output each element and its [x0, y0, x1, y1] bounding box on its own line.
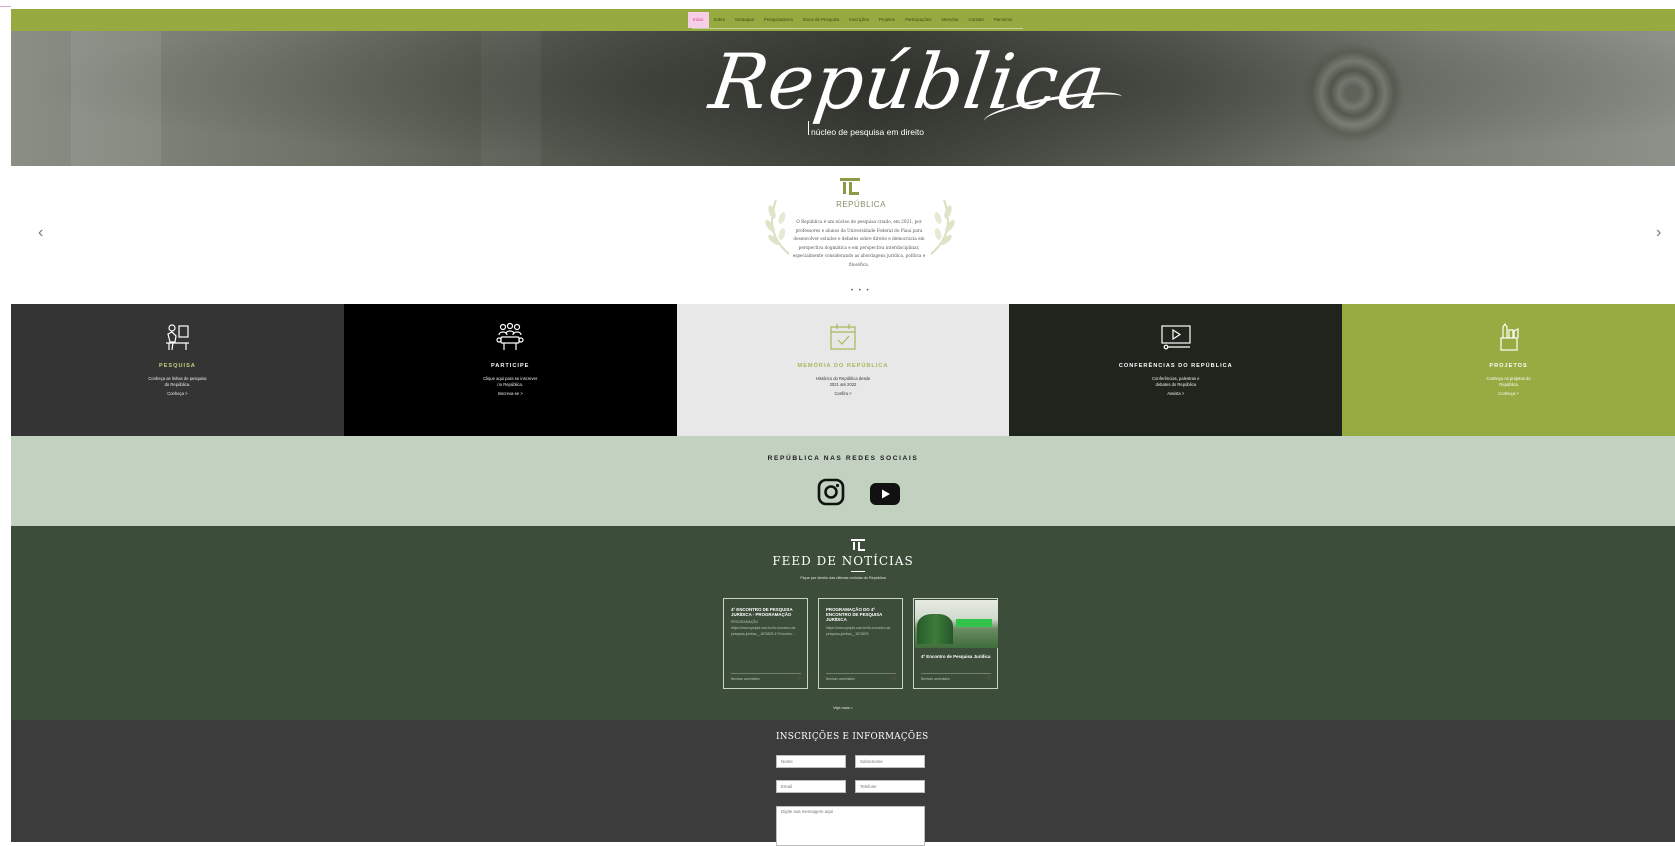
card-text: Conferências, palestras e debates do Rep… [1152, 375, 1200, 388]
nav-underline [692, 28, 1023, 29]
card-conferencias[interactable]: CONFERÊNCIAS DO REPÚBLICA Conferências, … [1009, 304, 1343, 436]
card-participe[interactable]: PARTICIPE Clique aqui para se inscrever … [343, 304, 677, 436]
nav-item-projetos[interactable]: Projetos [874, 12, 900, 28]
card-link[interactable]: Inscreva-se > [344, 391, 677, 396]
thumbnail-banner [956, 619, 992, 627]
hero-subtitle: núcleo de pesquisa em direito [811, 127, 924, 137]
card-link[interactable]: Conheça > [11, 391, 344, 396]
calendar-check-icon [830, 324, 856, 350]
card-title: PARTICIPE [490, 363, 530, 369]
nav-item-inicio[interactable]: Início [688, 12, 709, 28]
slider-prev-button[interactable]: ‹ [38, 224, 43, 242]
first-name-field[interactable] [776, 755, 846, 768]
card-pesquisa[interactable]: PESQUISA Conheça as linhas de pesquisa d… [11, 304, 344, 436]
slider-dots[interactable]: • • • [851, 288, 871, 294]
social-title: REPÚBLICA NAS REDES SOCIAIS [767, 455, 919, 462]
about-description: O República é um núcleo de pesquisa cria… [792, 219, 926, 267]
logo-wordmark: REPÚBLICA [836, 200, 886, 209]
heart-icon[interactable]: ♡ [987, 676, 991, 682]
nav-item-sobre[interactable]: Sobre [709, 12, 731, 28]
desk-user-icon [166, 324, 190, 351]
post-comments: Nenhum comentário [731, 677, 760, 681]
post-divider [921, 673, 991, 674]
post-divider [826, 673, 896, 674]
nav-item-destaque[interactable]: Destaque [730, 12, 759, 28]
heart-icon[interactable]: ♡ [892, 676, 896, 682]
slider-next-button[interactable]: › [1656, 224, 1661, 242]
main-nav: Início Sobre Destaque Pesquisadores Eixo… [11, 9, 1675, 31]
feed-tagline: Fique por dentro das últimas notícias do… [800, 576, 886, 580]
nav-list: Início Sobre Destaque Pesquisadores Eixo… [688, 12, 1017, 28]
post-title[interactable]: 4º Encontro de Pesquisa Jurídica [921, 654, 991, 659]
post-list: 4º ENCONTRO DE PESQUISA JURÍDICA - PROGR… [723, 598, 998, 689]
post-thumbnail[interactable] [915, 600, 998, 648]
hero-banner: República núcleo de pesquisa em direito [11, 31, 1675, 166]
youtube-icon[interactable] [870, 483, 900, 505]
card-text: Conheça os projetos do República [1486, 375, 1531, 388]
nav-item-participacoes[interactable]: Participações [900, 12, 936, 28]
page: Início Sobre Destaque Pesquisadores Eixo… [11, 0, 1675, 846]
card-title: CONFERÊNCIAS DO REPÚBLICA [1118, 363, 1233, 369]
news-feed: FEED DE NOTÍCIAS Fique por dentro das úl… [11, 526, 1675, 720]
video-player-icon [1161, 325, 1191, 350]
email-field[interactable] [776, 780, 846, 793]
nav-item-eixos[interactable]: Eixos de Pesquisa [798, 12, 844, 28]
post-title[interactable]: 4º ENCONTRO DE PESQUISA JURÍDICA - PROGR… [731, 607, 801, 617]
card-text: Histórico do República desde 2021 até 20… [815, 375, 871, 388]
thumbnail-trees [917, 614, 953, 644]
card-text: Conheça as linhas de pesquisa do Repúbli… [148, 375, 207, 388]
nav-item-contato[interactable]: Contato [964, 12, 989, 28]
pillar-logo-icon [851, 539, 865, 551]
feed-title: FEED DE NOTÍCIAS [772, 554, 914, 568]
meeting-group-icon [496, 322, 524, 350]
see-more-link[interactable]: Veja mais > [11, 706, 1675, 710]
hero-subtitle-bar [808, 121, 809, 135]
post-title[interactable]: PROGRAMAÇÃO DO 4º ENCONTRO DE PESQUISA J… [826, 607, 896, 623]
pencil-cup-icon [1499, 322, 1519, 351]
phone-field[interactable] [855, 780, 925, 793]
post-card[interactable]: 4º ENCONTRO DE PESQUISA JURÍDICA - PROGR… [723, 598, 808, 689]
contact-title: INSCRIÇÕES E INFORMAÇÕES [776, 732, 929, 742]
post-excerpt: PROGRAMAÇÃO https://www.sympla.com.br/4o… [731, 620, 797, 636]
post-comments: Nenhum comentário [826, 677, 855, 681]
message-field[interactable] [776, 806, 925, 846]
card-memoria[interactable]: MEMÓRIA DO REPÚBLICA Histórico do Repúbl… [676, 304, 1010, 436]
post-excerpt: https://www.sympla.com.br/4o-encontro-de… [826, 626, 892, 636]
heart-icon[interactable]: ♡ [797, 676, 801, 682]
card-link[interactable]: Confira > [677, 391, 1010, 396]
card-text: Clique aqui para se inscrever no Repúbli… [483, 375, 538, 388]
instagram-icon[interactable] [817, 478, 845, 506]
nav-item-memoria[interactable]: Memória [936, 12, 963, 28]
nav-item-pesquisadores[interactable]: Pesquisadores [759, 12, 798, 28]
post-card[interactable]: PROGRAMAÇÃO DO 4º ENCONTRO DE PESQUISA J… [818, 598, 903, 689]
card-title: MEMÓRIA DO REPÚBLICA [797, 363, 889, 369]
feature-cards: PESQUISA Conheça as linhas de pesquisa d… [11, 304, 1675, 436]
post-comments: Nenhum comentário [921, 677, 950, 681]
feed-title-rule [851, 571, 865, 572]
pillar-logo-icon [840, 178, 860, 195]
about-slider: ‹ › REPÚBLICA O República é um núcleo de… [11, 166, 1675, 304]
card-link[interactable]: Conheça > [1342, 391, 1675, 396]
post-card[interactable]: 4º Encontro de Pesquisa Jurídica Nenhum … [913, 598, 998, 689]
social-section: REPÚBLICA NAS REDES SOCIAIS [11, 436, 1675, 526]
nav-item-inscricoes[interactable]: Inscrições [844, 12, 874, 28]
card-title: PESQUISA [158, 363, 196, 369]
nav-item-parceiros[interactable]: Parceiros [989, 12, 1018, 28]
card-link[interactable]: Assista > [1009, 391, 1342, 396]
card-projetos[interactable]: PROJETOS Conheça os projetos do Repúblic… [1342, 304, 1675, 436]
card-title: PROJETOS [1489, 363, 1528, 369]
last-name-field[interactable] [855, 755, 925, 768]
post-divider [731, 673, 801, 674]
contact-form: INSCRIÇÕES E INFORMAÇÕES [11, 720, 1675, 846]
laurel-right-icon [930, 199, 955, 255]
